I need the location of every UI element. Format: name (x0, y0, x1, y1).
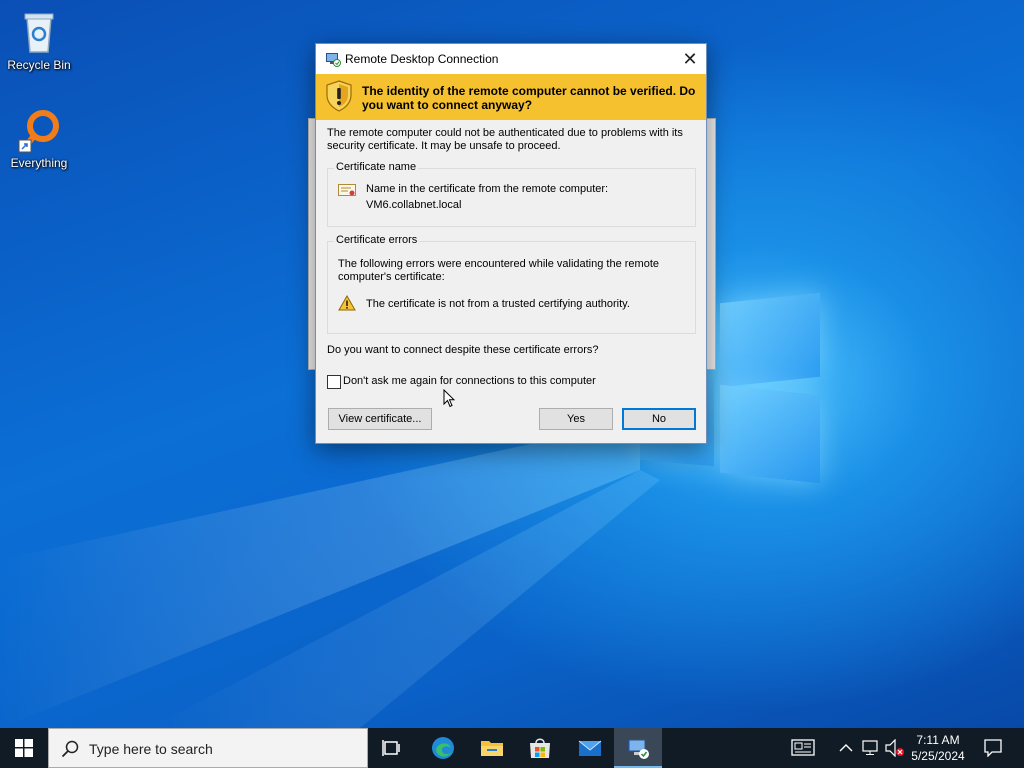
desktop-icon-everything[interactable]: Everything (3, 106, 75, 170)
dont-ask-again-label[interactable]: Don't ask me again for connections to th… (343, 375, 596, 387)
search-placeholder: Type here to search (89, 741, 213, 757)
certificate-name-label: Name in the certificate from the remote … (366, 183, 609, 195)
windows-logo-icon (15, 739, 33, 757)
warning-banner: The identity of the remote computer cann… (316, 74, 706, 120)
desktop-icon-recycle-bin[interactable]: Recycle Bin (3, 8, 75, 72)
intro-text: The remote computer could not be authent… (327, 127, 683, 152)
dialog-title: Remote Desktop Connection (345, 52, 499, 66)
network-icon (862, 740, 878, 755)
edge-icon (432, 737, 454, 759)
task-view-icon (382, 740, 400, 756)
remote-desktop-icon (628, 739, 649, 759)
news-widget-icon (791, 739, 815, 756)
tray-news-button[interactable] (788, 728, 820, 768)
recycle-bin-icon (15, 8, 63, 56)
search-box[interactable]: Type here to search (48, 728, 368, 768)
mouse-cursor-icon (443, 389, 455, 408)
microsoft-store-icon (530, 738, 550, 758)
close-button[interactable]: ✕ (674, 44, 706, 74)
desktop-icon-label: Everything (10, 156, 68, 170)
group-title: Certificate name (334, 161, 419, 173)
dialog-titlebar[interactable]: Remote Desktop Connection ✕ (316, 44, 706, 74)
desktop-icon-label: Recycle Bin (7, 58, 71, 72)
action-center-button[interactable] (978, 728, 1008, 768)
view-certificate-button[interactable]: View certificate... (328, 408, 432, 430)
certificate-name-group: Certificate name Name in the certificate… (327, 161, 696, 227)
certificate-name-value: VM6.collabnet.local (366, 199, 462, 211)
taskbar-file-explorer[interactable] (468, 728, 516, 768)
taskbar-task-view[interactable] (368, 728, 416, 768)
warning-icon (338, 295, 356, 311)
rdp-certificate-dialog: Remote Desktop Connection ✕ The identity… (315, 43, 707, 444)
certificate-errors-group: Certificate errors The following errors … (327, 234, 696, 334)
close-icon: ✕ (682, 49, 698, 69)
tray-volume[interactable] (884, 728, 906, 768)
yes-button[interactable]: Yes (539, 408, 613, 430)
tray-show-hidden-icons[interactable] (836, 728, 856, 768)
certificate-errors-description: The following errors were encountered wh… (338, 258, 660, 283)
certificate-icon (338, 184, 356, 196)
certificate-error-item: The certificate is not from a trusted ce… (366, 298, 630, 310)
warning-shield-icon (326, 80, 352, 112)
mail-icon (578, 740, 602, 756)
dont-ask-again-checkbox[interactable] (327, 375, 341, 389)
remote-desktop-icon (326, 53, 341, 67)
clock-date: 5/25/2024 (911, 749, 965, 763)
chevron-up-icon (839, 744, 853, 752)
tray-network[interactable] (860, 728, 882, 768)
taskbar-remote-desktop[interactable] (614, 728, 662, 768)
taskbar-microsoft-store[interactable] (516, 728, 564, 768)
taskbar-mail[interactable] (566, 728, 614, 768)
clock-time: 7:11 AM (916, 733, 960, 747)
search-icon (61, 740, 79, 758)
tray-clock[interactable]: 7:11 AM 5/25/2024 (906, 732, 970, 764)
taskbar: Type here to search 7:11 AM 5/25/2024 (0, 728, 1024, 768)
notification-icon (984, 739, 1002, 757)
warning-banner-text: The identity of the remote computer cann… (362, 84, 696, 112)
start-button[interactable] (0, 728, 48, 768)
no-button[interactable]: No (622, 408, 696, 430)
taskbar-edge[interactable] (419, 728, 467, 768)
volume-muted-icon (885, 739, 904, 757)
question-text: Do you want to connect despite these cer… (327, 344, 599, 356)
everything-search-icon (15, 106, 63, 154)
file-explorer-icon (481, 741, 503, 756)
group-title: Certificate errors (334, 234, 420, 246)
